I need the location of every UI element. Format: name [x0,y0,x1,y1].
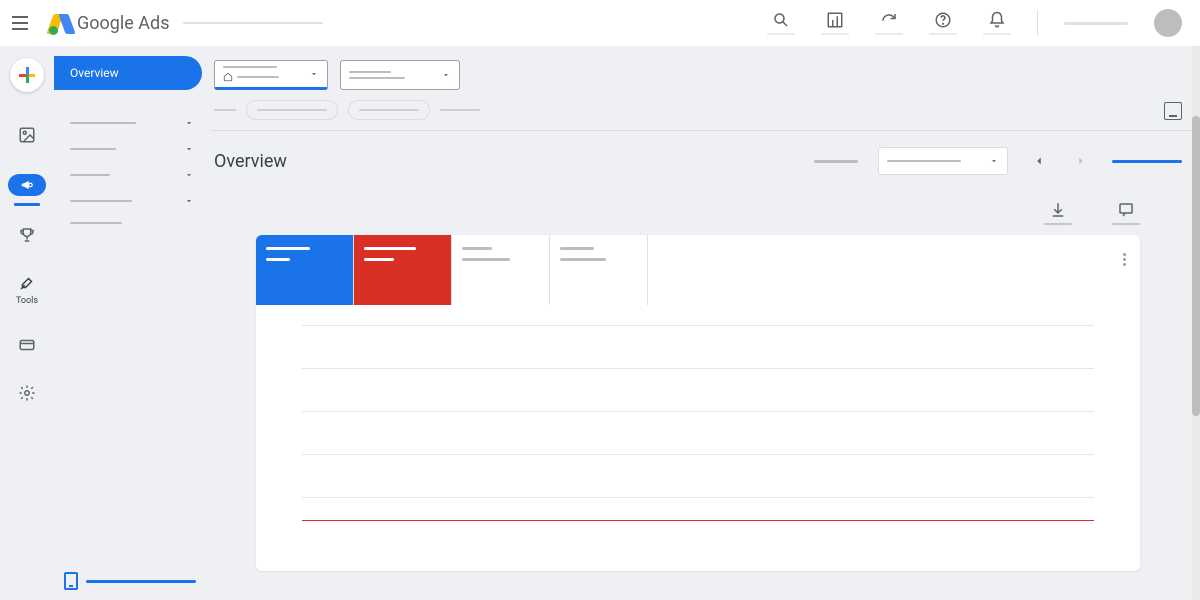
caret-down-icon [309,69,319,79]
download-button[interactable] [1044,201,1072,225]
product-name: Google Ads [77,13,169,34]
nav-item-1[interactable] [54,110,210,136]
placeholder [814,160,858,163]
search-button[interactable] [767,7,795,39]
rail-item-overview[interactable] [0,120,54,150]
account-placeholder [183,22,323,24]
bell-icon [988,11,1006,29]
gear-icon [18,384,36,402]
refresh-icon [880,11,898,29]
refresh-button[interactable] [875,7,903,39]
home-icon [223,72,233,82]
phone-icon [64,572,78,590]
metric-tile-1[interactable] [256,235,354,305]
rail-item-settings[interactable] [0,378,54,408]
feedback-button[interactable] [1112,201,1140,225]
reports-icon [826,11,844,29]
card-icon [18,336,36,354]
help-icon [934,11,952,29]
nav-item-2[interactable] [54,136,210,162]
image-icon [18,126,36,144]
rail-label-tools: Tools [16,296,38,306]
chevron-down-icon [184,118,194,128]
plus-icon [19,67,35,83]
feedback-icon [1117,201,1135,219]
chevron-down-icon [184,196,194,206]
chart-area [256,305,1140,571]
reports-button[interactable] [821,7,849,39]
nav-item-overview[interactable]: Overview [54,56,202,90]
page-title: Overview [214,151,287,172]
date-range-dropdown[interactable] [878,147,1008,175]
left-rail: Tools [0,46,54,600]
user-avatar[interactable] [1154,9,1182,37]
chevron-right-icon [1074,154,1088,168]
next-button[interactable] [1070,150,1092,172]
caret-down-icon [441,70,451,80]
account-label-placeholder [1064,22,1128,25]
metrics-card [256,235,1140,571]
rail-item-billing[interactable] [0,330,54,360]
tools-icon [18,274,36,292]
card-menu-button[interactable] [1123,253,1126,266]
breadcrumb [210,100,1200,131]
chart-line-series [302,520,1094,521]
notifications-button[interactable] [983,7,1011,39]
breadcrumb-pill-2[interactable] [348,100,430,120]
breadcrumb-seg [214,109,236,111]
menu-icon[interactable] [12,11,36,35]
nav-item-5[interactable] [54,214,210,232]
scope-dropdown-2[interactable] [340,60,460,90]
trophy-icon [18,226,36,244]
layout-icon[interactable] [1164,102,1182,120]
metric-tile-2[interactable] [354,235,452,305]
rail-item-campaigns[interactable] [0,168,54,202]
nav-item-3[interactable] [54,162,210,188]
scrollbar-thumb[interactable] [1192,116,1200,416]
rail-item-tools[interactable]: Tools [0,268,54,312]
search-icon [772,11,790,29]
metric-tile-4[interactable] [550,235,648,305]
breadcrumb-seg [440,109,480,111]
prev-button[interactable] [1028,150,1050,172]
product-logo[interactable]: Google Ads [50,12,169,34]
chevron-left-icon [1032,154,1046,168]
scope-dropdown-1[interactable] [214,60,328,90]
ads-logo-icon [50,12,72,34]
left-nav-panel: Overview [54,46,210,600]
metric-tile-3[interactable] [452,235,550,305]
compare-toggle[interactable] [1112,160,1182,163]
divider [1037,10,1038,36]
help-button[interactable] [929,7,957,39]
nav-app-promo[interactable] [64,572,196,590]
chevron-down-icon [184,170,194,180]
vertical-scrollbar[interactable] [1192,46,1200,600]
download-icon [1049,201,1067,219]
caret-down-icon [989,156,999,166]
chevron-down-icon [184,144,194,154]
top-header: Google Ads [0,0,1200,46]
megaphone-icon [8,174,46,196]
create-button[interactable] [10,58,44,92]
nav-item-4[interactable] [54,188,210,214]
rail-item-goals[interactable] [0,220,54,250]
content-area: Overview [210,46,1200,600]
breadcrumb-pill-1[interactable] [246,100,338,120]
